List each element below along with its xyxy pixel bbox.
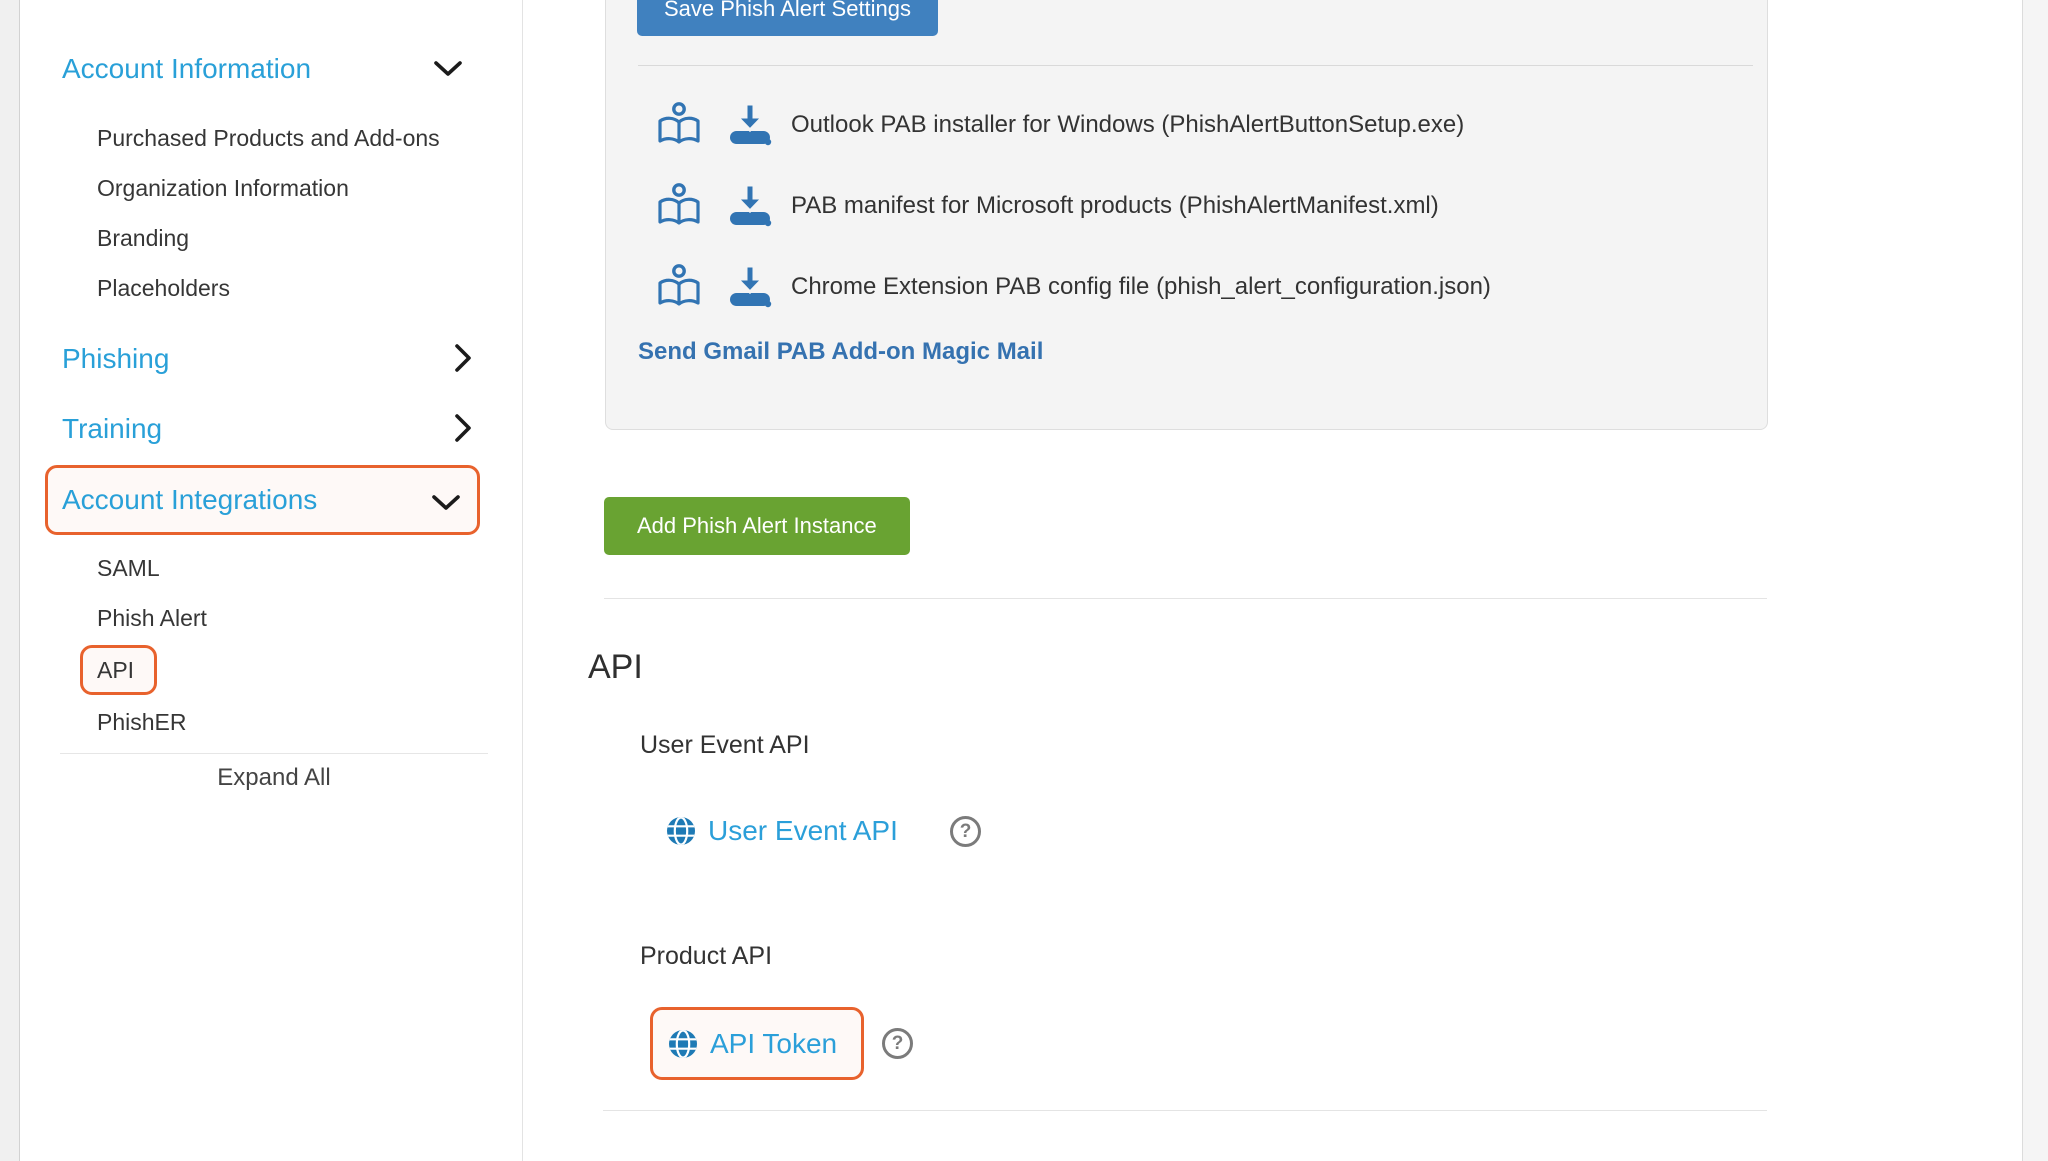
api-heading: API [588,648,643,687]
sidebar-section-phishing[interactable]: Phishing [62,343,169,375]
chevron-down-icon[interactable] [431,494,461,512]
sidebar-item-phish-alert[interactable]: Phish Alert [97,604,207,632]
product-api-title: Product API [640,942,772,971]
download-link-label[interactable]: PAB manifest for Microsoft products (Phi… [791,192,1439,220]
help-icon[interactable]: ? [950,816,981,847]
chevron-down-icon[interactable] [433,60,463,78]
user-event-api-link-label[interactable]: User Event API [708,815,898,847]
sidebar-item-organization-information[interactable]: Organization Information [97,174,349,202]
download-row-outlook-pab[interactable]: Outlook PAB installer for Windows (Phish… [656,101,1464,149]
page-right-gutter [2022,0,2048,1161]
sidebar-section-account-information[interactable]: Account Information [62,53,311,85]
sidebar-item-phisher[interactable]: PhishER [97,708,186,736]
add-phish-alert-instance-button[interactable]: Add Phish Alert Instance [604,497,910,555]
download-icon[interactable] [727,103,773,147]
download-row-chrome-config[interactable]: Chrome Extension PAB config file (phish_… [656,263,1491,311]
help-icon[interactable]: ? [882,1028,913,1059]
api-token-link-label[interactable]: API Token [710,1028,837,1060]
phish-alert-settings-panel: Save Phish Alert Settings Outlook PAB in… [605,0,1768,430]
chevron-right-icon[interactable] [453,343,473,373]
sidebar-item-saml[interactable]: SAML [97,554,160,582]
download-row-pab-manifest[interactable]: PAB manifest for Microsoft products (Phi… [656,182,1439,230]
sidebar-item-api[interactable]: API [97,657,134,684]
book-reader-icon[interactable] [656,101,702,149]
sidebar-item-branding[interactable]: Branding [97,224,189,252]
sidebar-section-account-integrations-highlight: Account Integrations [45,465,480,535]
sidebar-item-placeholders[interactable]: Placeholders [97,274,230,302]
sidebar-divider [60,753,488,754]
sidebar-item-purchased-products[interactable]: Purchased Products and Add-ons [97,124,440,152]
account-settings-page: Account Information Purchased Products a… [0,0,2048,1161]
download-icon[interactable] [727,265,773,309]
download-link-label[interactable]: Chrome Extension PAB config file (phish_… [791,273,1491,301]
user-event-api-link[interactable]: User Event API [666,808,898,854]
section-divider [604,598,1767,599]
section-divider [603,1110,1767,1111]
book-reader-icon[interactable] [656,182,702,230]
settings-sidebar: Account Information Purchased Products a… [21,0,523,1161]
user-event-api-title: User Event API [640,731,810,760]
api-token-link-highlight[interactable]: API Token [650,1007,864,1080]
download-icon[interactable] [727,184,773,228]
chevron-right-icon[interactable] [453,413,473,443]
globe-icon [668,1029,698,1059]
expand-all-link[interactable]: Expand All [60,764,488,792]
download-link-label[interactable]: Outlook PAB installer for Windows (Phish… [791,111,1464,139]
book-reader-icon[interactable] [656,263,702,311]
sidebar-section-account-integrations[interactable]: Account Integrations [62,484,317,516]
sidebar-section-training[interactable]: Training [62,413,162,445]
sidebar-item-api-highlight: API [80,645,157,695]
panel-divider [638,65,1753,66]
save-phish-alert-settings-button[interactable]: Save Phish Alert Settings [637,0,938,36]
send-gmail-pab-magic-mail-link[interactable]: Send Gmail PAB Add-on Magic Mail [638,338,1043,366]
globe-icon [666,816,696,846]
page-left-gutter [0,0,20,1161]
